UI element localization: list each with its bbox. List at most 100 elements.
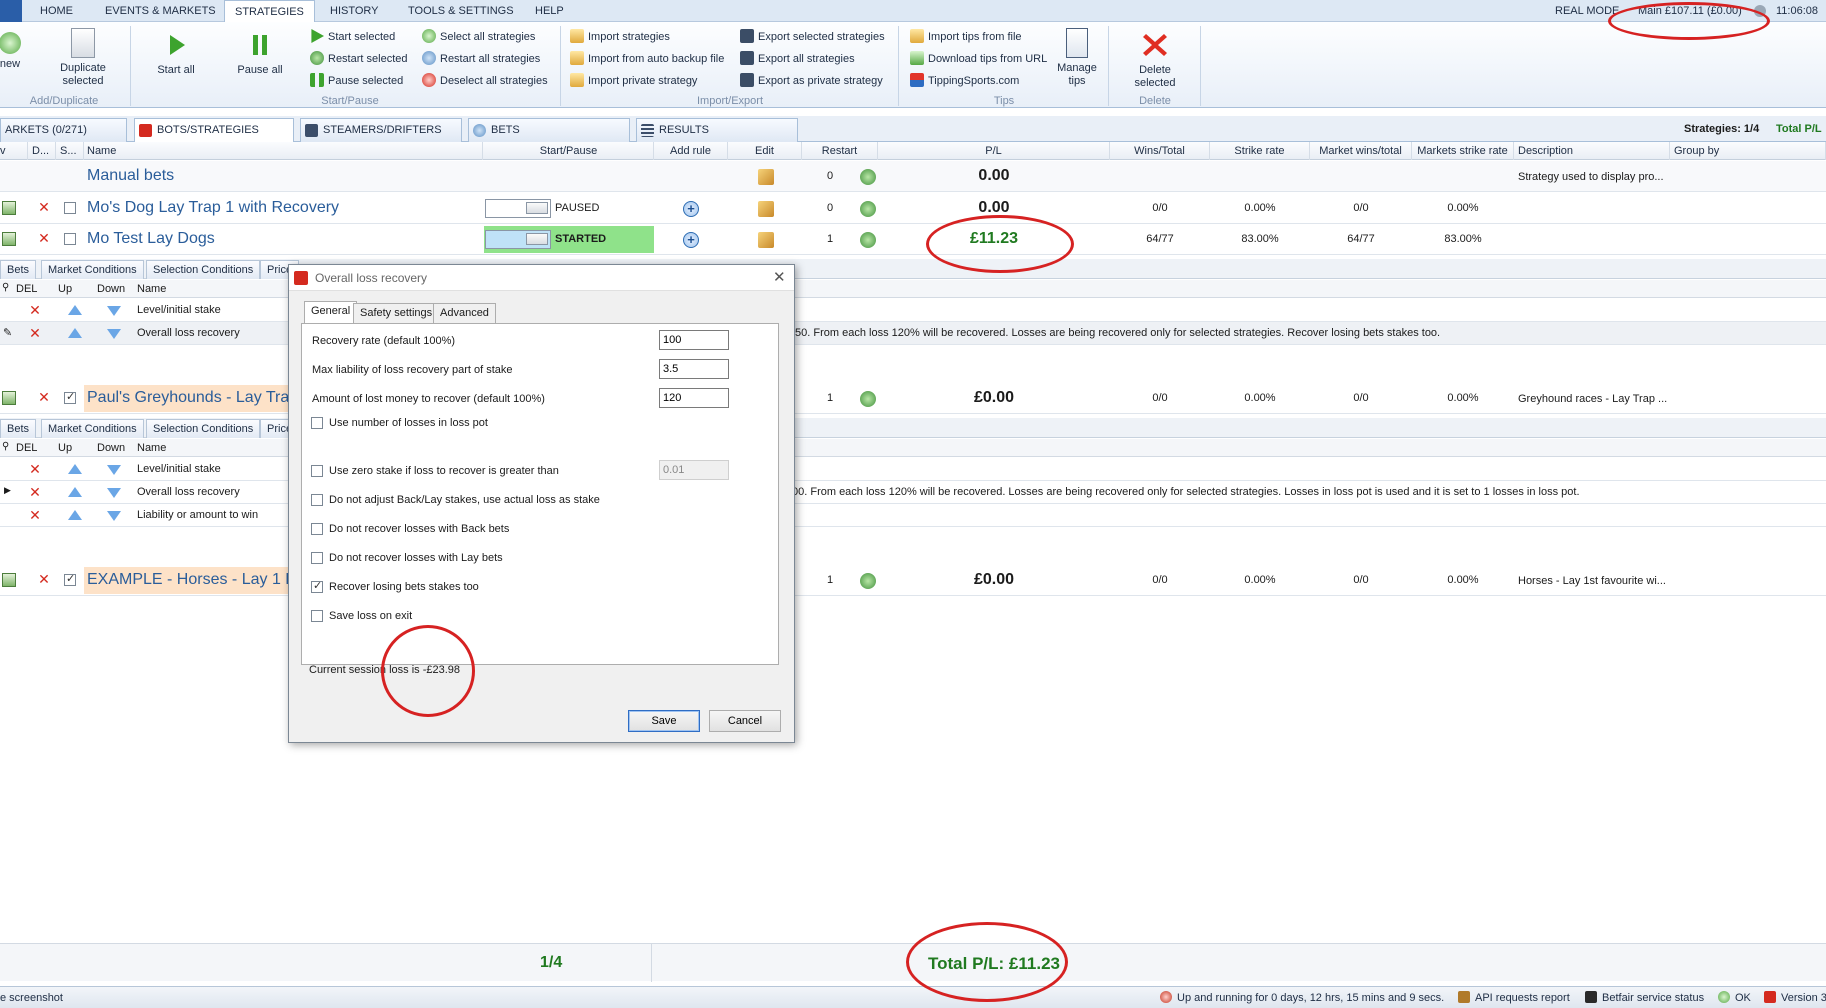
tab-results[interactable]: RESULTS: [636, 118, 798, 142]
zero-stake-checkbox[interactable]: [311, 465, 323, 477]
close-icon[interactable]: ✕: [773, 268, 786, 286]
max-liability-input[interactable]: [659, 359, 729, 379]
betfair-service-status[interactable]: Betfair service status: [1585, 987, 1704, 1008]
delete-rule-icon[interactable]: ✕: [27, 461, 43, 478]
pause-selected-button[interactable]: Pause selected: [310, 72, 403, 90]
move-down-icon[interactable]: [107, 465, 121, 475]
edit-icon[interactable]: [758, 232, 774, 248]
subtab-market-conditions[interactable]: Market Conditions: [41, 260, 144, 279]
tab-strategies[interactable]: STRATEGIES: [224, 0, 315, 23]
restart-icon[interactable]: [860, 573, 876, 589]
cancel-button[interactable]: Cancel: [709, 710, 781, 732]
tab-bets[interactable]: BETS: [468, 118, 630, 142]
tab-bots-strategies[interactable]: BOTS/STRATEGIES: [134, 118, 294, 143]
import-backup-button[interactable]: Import from auto backup file: [570, 50, 724, 68]
recover-stakes-checkbox[interactable]: [311, 579, 323, 593]
new-strategy-button[interactable]: new: [0, 28, 24, 71]
tab-events-markets[interactable]: EVENTS & MARKETS: [95, 0, 226, 22]
move-up-icon[interactable]: [68, 305, 82, 315]
add-rule-icon[interactable]: +: [683, 232, 699, 248]
delete-rule-icon[interactable]: ✕: [27, 484, 43, 501]
delete-strategy-icon[interactable]: ✕: [36, 230, 52, 247]
tab-steamers-drifters[interactable]: STEAMERS/DRIFTERS: [300, 118, 462, 142]
rule-row[interactable]: ✎ ✕ Overall loss recovery .50. From each…: [0, 322, 1826, 345]
export-selected-button[interactable]: Export selected strategies: [740, 28, 885, 46]
dialog-tab-general[interactable]: General: [304, 301, 358, 324]
pause-all-button[interactable]: Pause all: [234, 30, 286, 77]
move-down-icon[interactable]: [107, 511, 121, 521]
start-pause-toggle[interactable]: [485, 230, 551, 249]
col-header-pl[interactable]: P/L: [878, 142, 1110, 160]
edit-icon[interactable]: [758, 169, 774, 185]
refresh-balance-icon[interactable]: [1754, 5, 1766, 17]
select-checkbox[interactable]: [64, 233, 76, 245]
move-down-icon[interactable]: [107, 488, 121, 498]
strategy-log-icon[interactable]: [2, 201, 16, 215]
strategy-log-icon[interactable]: [2, 573, 16, 587]
tab-home[interactable]: HOME: [30, 0, 83, 22]
deselect-all-button[interactable]: Deselect all strategies: [422, 72, 548, 90]
strategy-row[interactable]: ✕ Mo Test Lay Dogs STARTED + 1 £11.23 64…: [0, 224, 1826, 255]
rule-row[interactable]: ✕ Liability or amount to win: [0, 504, 1826, 527]
delete-rule-icon[interactable]: ✕: [27, 507, 43, 524]
restart-icon[interactable]: [860, 201, 876, 217]
tab-tools-settings[interactable]: TOOLS & SETTINGS: [398, 0, 524, 22]
delete-rule-icon[interactable]: ✕: [27, 302, 43, 319]
select-checkbox[interactable]: [64, 202, 76, 214]
dialog-tab-advanced[interactable]: Advanced: [433, 303, 496, 323]
start-pause-toggle[interactable]: [485, 199, 551, 218]
col-header-edit[interactable]: Edit: [728, 142, 802, 160]
dialog-tab-safety[interactable]: Safety settings: [353, 303, 440, 323]
start-selected-button[interactable]: Start selected: [310, 28, 395, 46]
select-all-button[interactable]: Select all strategies: [422, 28, 535, 46]
strategy-log-icon[interactable]: [2, 391, 16, 405]
delete-rule-icon[interactable]: ✕: [27, 325, 43, 342]
restart-selected-button[interactable]: Restart selected: [310, 50, 407, 68]
col-header-name[interactable]: Name: [87, 142, 483, 160]
start-all-button[interactable]: Start all: [150, 30, 202, 77]
col-header-select[interactable]: S...: [60, 142, 84, 160]
api-requests-report[interactable]: API requests report: [1458, 987, 1570, 1008]
import-tips-file-button[interactable]: Import tips from file: [910, 28, 1022, 46]
col-header-markets-strike-rate[interactable]: Markets strike rate: [1412, 142, 1514, 160]
no-recover-lay-checkbox[interactable]: [311, 552, 323, 564]
download-tips-button[interactable]: Download tips from URL: [910, 50, 1047, 68]
tipping-sports-button[interactable]: TippingSports.com: [910, 72, 1019, 90]
select-checkbox[interactable]: [64, 390, 76, 404]
col-header-v[interactable]: v: [0, 142, 28, 160]
tab-help[interactable]: HELP: [525, 0, 574, 22]
subtab-bets[interactable]: Bets: [0, 419, 37, 438]
delete-strategy-icon[interactable]: ✕: [36, 389, 52, 406]
tab-history[interactable]: HISTORY: [320, 0, 389, 22]
app-menu-button[interactable]: [0, 0, 22, 22]
move-up-icon[interactable]: [68, 510, 82, 520]
select-checkbox[interactable]: [64, 572, 76, 586]
strategy-row[interactable]: ✕ EXAMPLE - Horses - Lay 1 Fa 1 £0.00 0/…: [0, 565, 1826, 596]
delete-selected-button[interactable]: Delete selected: [1128, 64, 1182, 90]
move-up-icon[interactable]: [68, 464, 82, 474]
no-adjust-checkbox[interactable]: [311, 494, 323, 506]
col-header-strike-rate[interactable]: Strike rate: [1210, 142, 1310, 160]
subtab-market-conditions[interactable]: Market Conditions: [41, 419, 144, 438]
restart-icon[interactable]: [860, 391, 876, 407]
rule-row[interactable]: ✕ Level/initial stake: [0, 299, 1826, 322]
amount-lost-input[interactable]: [659, 388, 729, 408]
manage-tips-button[interactable]: Manage tips: [1054, 28, 1100, 88]
col-header-start-pause[interactable]: Start/Pause: [484, 142, 654, 160]
col-header-wins-total[interactable]: Wins/Total: [1110, 142, 1210, 160]
add-rule-icon[interactable]: +: [683, 201, 699, 217]
strategy-log-icon[interactable]: [2, 232, 16, 246]
col-header-add-rule[interactable]: Add rule: [654, 142, 728, 160]
col-header-restart[interactable]: Restart: [802, 142, 878, 160]
delete-strategy-icon[interactable]: ✕: [36, 571, 52, 588]
subtab-selection-conditions[interactable]: Selection Conditions: [146, 419, 261, 438]
move-down-icon[interactable]: [107, 329, 121, 339]
restart-all-button[interactable]: Restart all strategies: [422, 50, 540, 68]
export-all-button[interactable]: Export all strategies: [740, 50, 855, 68]
strategy-row[interactable]: Manual bets 0 0.00 Strategy used to disp…: [0, 161, 1826, 192]
dialog-title-bar[interactable]: Overall loss recovery ✕: [289, 265, 794, 291]
use-number-losses-checkbox[interactable]: [311, 417, 323, 429]
export-private-button[interactable]: Export as private strategy: [740, 72, 883, 90]
tab-markets[interactable]: ARKETS (0/271): [0, 118, 127, 142]
subtab-selection-conditions[interactable]: Selection Conditions: [146, 260, 261, 279]
